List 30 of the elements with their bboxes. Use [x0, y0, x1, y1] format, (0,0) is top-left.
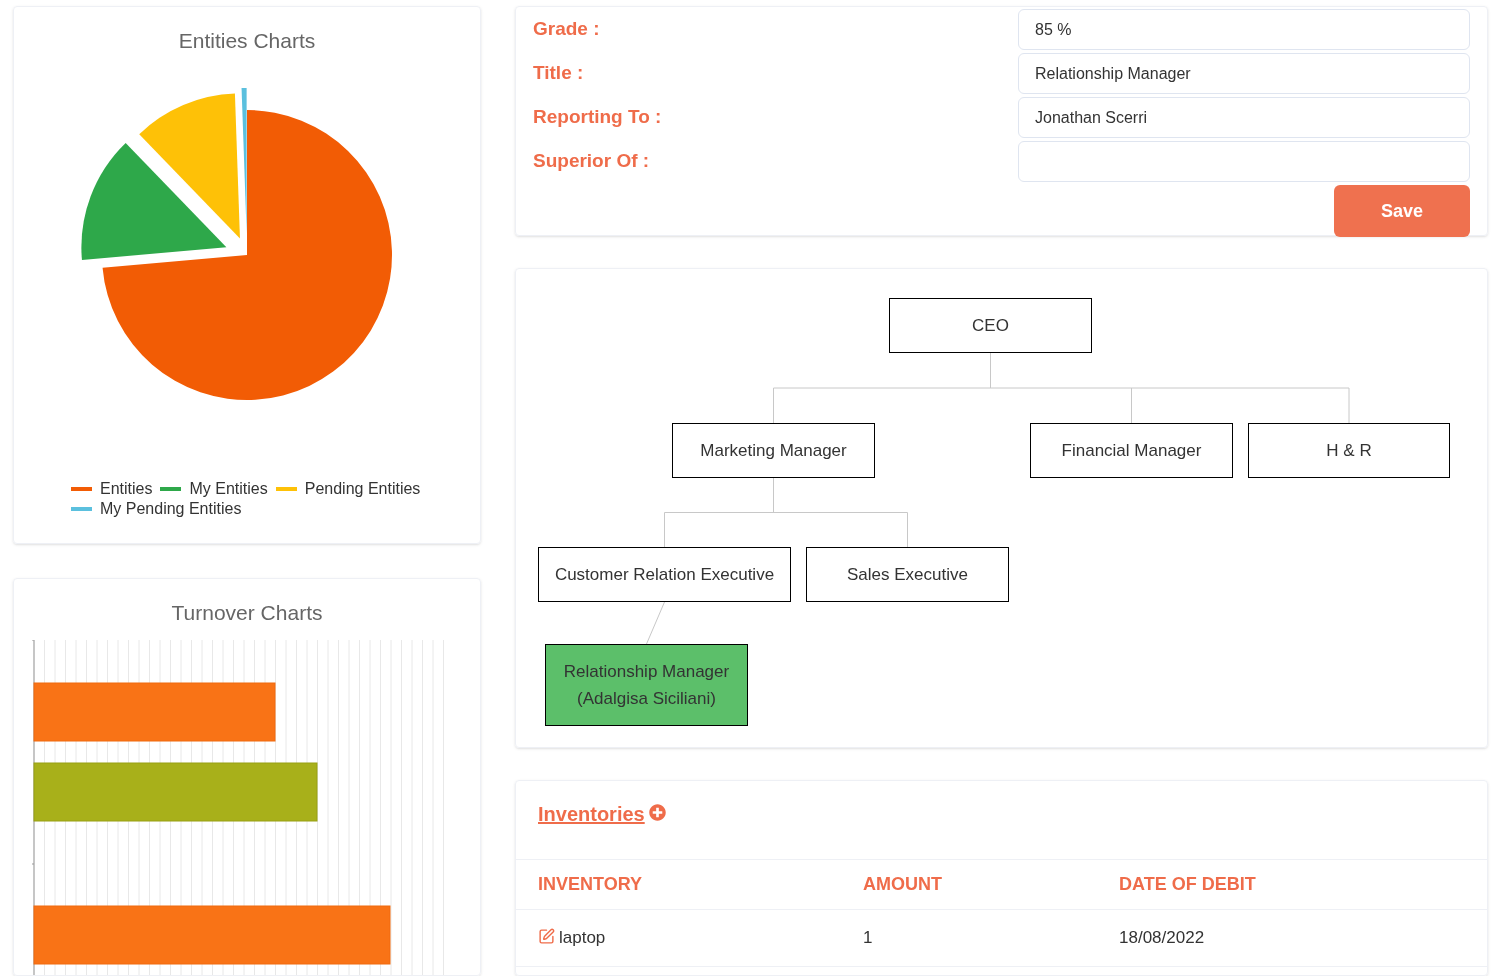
field-label: Superior Of : [533, 149, 651, 174]
text-field[interactable]: Relationship Manager [1018, 53, 1470, 94]
chart-title: Entities Charts [178, 28, 316, 54]
add-icon[interactable] [648, 803, 666, 821]
table-cell-text: 18/08/2022 [1119, 927, 1206, 950]
field-label: Grade : [533, 17, 601, 42]
legend-label: Entities [100, 478, 153, 499]
text-field[interactable]: Jonathan Scerri [1018, 97, 1470, 138]
chart-title: Turnover Charts [170, 599, 324, 626]
edit-icon[interactable] [538, 927, 555, 945]
column-header: DATE OF DEBIT [1119, 873, 1257, 896]
text-field[interactable] [1018, 141, 1470, 182]
org-node[interactable]: Marketing Manager [672, 423, 875, 478]
legend-label: My Entities [189, 478, 268, 499]
table-cell-text: 1 [863, 927, 874, 950]
org-node[interactable]: Customer Relation Executive [538, 547, 791, 602]
org-node[interactable]: Relationship Manager (Adalgisa Siciliani) [545, 644, 748, 726]
org-node[interactable]: Sales Executive [806, 547, 1009, 602]
legend-label: Pending Entities [304, 478, 421, 499]
org-node[interactable]: H & R [1248, 423, 1450, 478]
table-cell-text: laptop [559, 927, 606, 950]
org-node[interactable]: Financial Manager [1030, 423, 1233, 478]
legend-label: My Pending Entities [100, 498, 242, 519]
field-label: Reporting To : [533, 105, 663, 130]
field-label: Title : [533, 61, 585, 86]
column-header: AMOUNT [863, 873, 943, 896]
column-header: INVENTORY [538, 873, 644, 896]
org-node[interactable]: CEO [889, 298, 1092, 353]
tree-connector [646, 601, 665, 645]
text-field[interactable]: 85 % [1018, 9, 1470, 50]
